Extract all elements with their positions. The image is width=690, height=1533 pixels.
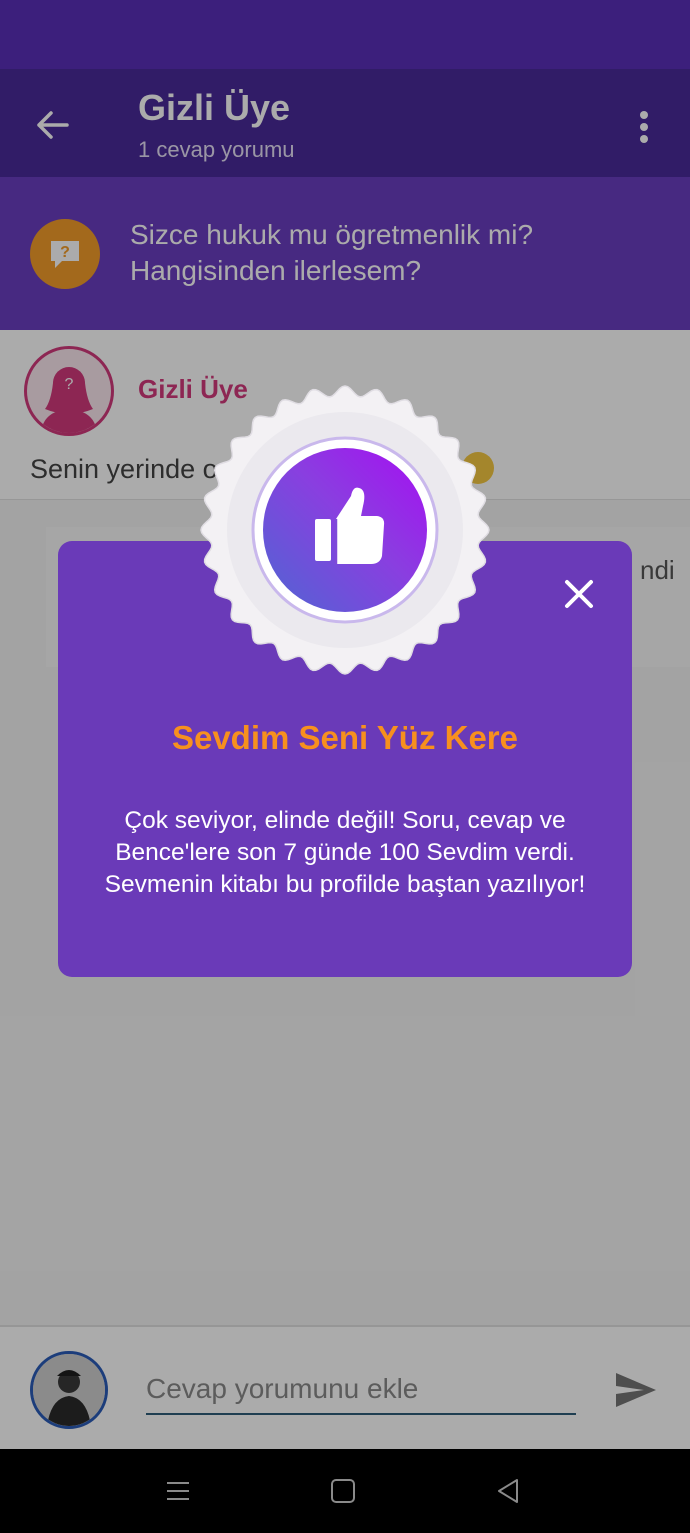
achievement-badge xyxy=(200,385,490,675)
system-back-button[interactable] xyxy=(490,1475,526,1507)
close-icon xyxy=(565,580,593,608)
close-button[interactable] xyxy=(554,569,604,619)
achievement-title: Sevdim Seni Yüz Kere xyxy=(171,719,519,756)
home-button[interactable] xyxy=(325,1475,361,1507)
menu-icon xyxy=(167,1482,189,1500)
back-triangle-icon xyxy=(498,1479,518,1503)
description-line-3: Sevmenin kitabı bu profilde baştan yazıl… xyxy=(104,871,586,898)
menu-button[interactable] xyxy=(160,1475,196,1507)
home-square-icon xyxy=(331,1479,355,1503)
system-nav-bar xyxy=(0,1449,690,1533)
description-line-1: Çok seviyor, elinde değil! Soru, cevap v… xyxy=(124,807,566,834)
description-line-2: Bence'lere son 7 günde 100 Sevdim verdi. xyxy=(115,839,575,866)
achievement-description: Çok seviyor, elinde değil! Soru, cevap v… xyxy=(74,805,616,901)
